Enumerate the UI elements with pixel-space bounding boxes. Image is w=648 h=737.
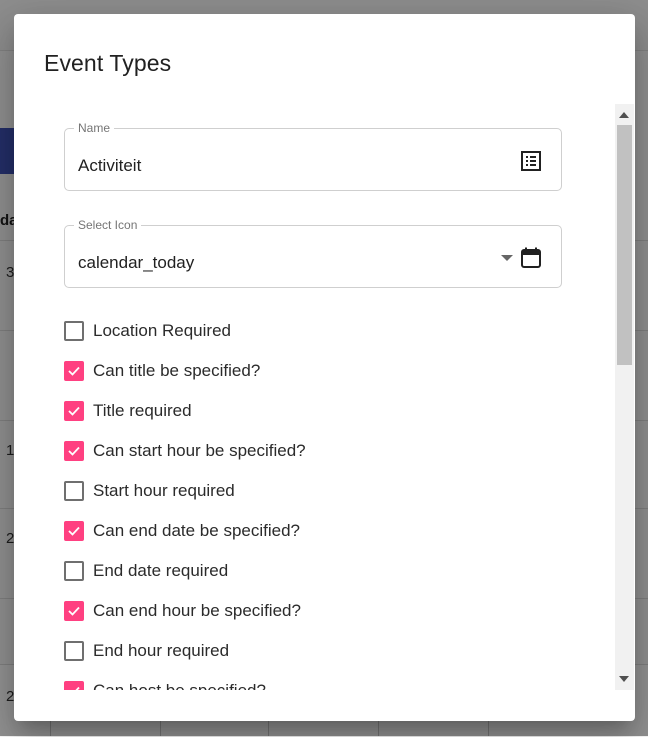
checkbox-label: Can start hour be specified? xyxy=(93,441,306,460)
checkbox-label: Location Required xyxy=(93,321,231,340)
checkbox-label: End date required xyxy=(93,561,229,580)
vertical-scrollbar[interactable] xyxy=(615,104,634,690)
checkbox-end-hour-required[interactable]: End hour required xyxy=(64,639,229,663)
checkbox-start-hour-required[interactable]: Start hour required xyxy=(64,479,235,503)
checkbox-title-required[interactable]: Title required xyxy=(64,399,192,423)
checkbox-can-end-date-be-specified[interactable]: Can end date be specified? xyxy=(64,519,300,543)
check-icon xyxy=(68,526,80,536)
checkbox-label: Can end hour be specified? xyxy=(93,601,301,620)
checkbox-label: Can host be specified? xyxy=(93,681,266,690)
checkbox-box[interactable] xyxy=(64,521,84,541)
scroll-up-arrow-icon[interactable] xyxy=(619,112,629,118)
checkbox-box[interactable] xyxy=(64,401,84,421)
dialog-content: Name Activiteit Select Icon calendar_tod… xyxy=(14,104,614,690)
check-icon xyxy=(68,406,80,416)
checkbox-box[interactable] xyxy=(64,641,84,661)
checkbox-label: Start hour required xyxy=(93,481,235,500)
dropdown-arrow-icon[interactable] xyxy=(501,255,513,261)
checkbox-label: Can title be specified? xyxy=(93,361,261,380)
checkbox-label: End hour required xyxy=(93,641,230,660)
name-field-label: Name xyxy=(74,120,115,136)
check-icon xyxy=(68,446,80,456)
checkbox-box[interactable] xyxy=(64,681,84,690)
check-icon xyxy=(68,366,80,376)
check-icon xyxy=(75,686,80,690)
checkbox-label: Title required xyxy=(93,401,192,420)
checkbox-box[interactable] xyxy=(64,361,84,381)
checkbox-box[interactable] xyxy=(64,321,84,341)
checkbox-can-host-be-specified[interactable]: Can host be specified? xyxy=(64,679,266,690)
event-types-dialog: Event Types Name Activiteit Select Icon … xyxy=(14,14,635,721)
icon-select-value[interactable]: calendar_today xyxy=(78,252,194,274)
checkbox-can-title-be-specified[interactable]: Can title be specified? xyxy=(64,359,260,383)
icon-select-label: Select Icon xyxy=(74,217,142,233)
checkbox-label: Can end date be specified? xyxy=(93,521,300,540)
scrollbar-thumb[interactable] xyxy=(617,125,632,365)
checkbox-box[interactable] xyxy=(64,561,84,581)
checkbox-location-required[interactable]: Location Required xyxy=(64,319,231,343)
dialog-title: Event Types xyxy=(44,50,172,76)
checkbox-box[interactable] xyxy=(64,481,84,501)
checkbox-box[interactable] xyxy=(64,601,84,621)
checkbox-box[interactable] xyxy=(64,441,84,461)
checkbox-can-start-hour-be-specified[interactable]: Can start hour be specified? xyxy=(64,439,306,463)
name-input[interactable]: Activiteit xyxy=(78,155,141,177)
check-icon xyxy=(68,606,80,616)
icon-select[interactable]: Select Icon calendar_today xyxy=(64,217,562,288)
name-field[interactable]: Name Activiteit xyxy=(64,120,562,191)
scroll-down-arrow-icon[interactable] xyxy=(619,676,629,682)
checkbox-can-end-hour-be-specified[interactable]: Can end hour be specified? xyxy=(64,599,301,623)
checkbox-end-date-required[interactable]: End date required xyxy=(64,559,228,583)
calendar-today-icon xyxy=(521,247,541,268)
list-alt-icon xyxy=(521,151,541,171)
